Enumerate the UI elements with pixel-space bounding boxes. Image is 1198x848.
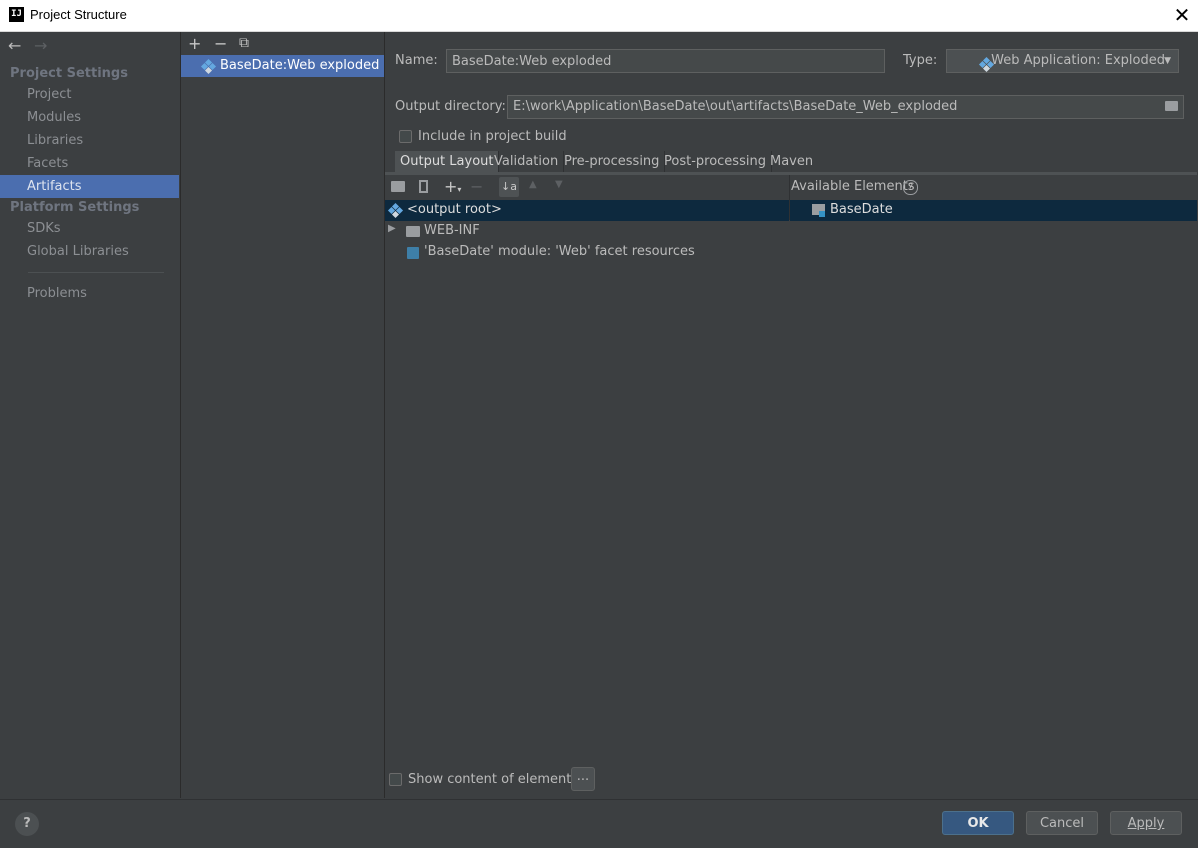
sidebar-item-modules[interactable]: Modules bbox=[0, 106, 179, 129]
add-copy-of-icon[interactable]: +▾ bbox=[444, 177, 461, 196]
sidebar-item-libraries[interactable]: Libraries bbox=[0, 129, 179, 152]
sidebar-item-problems[interactable]: Problems bbox=[0, 282, 179, 305]
web-artifact-icon bbox=[200, 58, 217, 74]
project-settings-header: Project Settings bbox=[10, 66, 128, 81]
move-up-icon[interactable]: ▲ bbox=[529, 179, 537, 190]
remove-icon[interactable]: − bbox=[214, 34, 227, 53]
intellij-app-icon: IJ bbox=[9, 7, 24, 22]
add-icon[interactable]: + bbox=[188, 34, 201, 53]
forward-arrow-icon[interactable]: → bbox=[34, 36, 47, 55]
facet-resources-icon bbox=[407, 247, 419, 259]
back-arrow-icon[interactable]: ← bbox=[8, 36, 21, 55]
sort-elements-icon[interactable]: ↓a bbox=[499, 177, 519, 197]
sidebar-item-facets[interactable]: Facets bbox=[0, 152, 179, 175]
web-artifact-icon bbox=[978, 56, 995, 72]
type-label: Type: bbox=[903, 53, 938, 68]
dialog-footer bbox=[0, 799, 1198, 848]
more-options-button[interactable]: ... bbox=[571, 767, 595, 791]
tree-row-label: 'BaseDate' module: 'Web' facet resources bbox=[424, 244, 695, 259]
create-directory-icon[interactable] bbox=[391, 181, 405, 192]
available-row-label: BaseDate bbox=[830, 202, 893, 217]
show-content-checkbox[interactable] bbox=[389, 773, 402, 786]
web-artifact-icon bbox=[387, 202, 404, 218]
artifact-list-panel bbox=[181, 32, 385, 798]
tree-row-label: <output root> bbox=[407, 202, 502, 217]
window-title: Project Structure bbox=[30, 7, 127, 22]
close-window-icon[interactable]: ✕ bbox=[1172, 3, 1192, 27]
folder-icon bbox=[406, 226, 420, 237]
folder-browse-icon[interactable] bbox=[1165, 101, 1178, 111]
ok-button[interactable]: OK bbox=[942, 811, 1014, 835]
sidebar-item-global-libraries[interactable]: Global Libraries bbox=[0, 240, 179, 263]
output-directory-value: E:\work\Application\BaseDate\out\artifac… bbox=[513, 99, 958, 114]
help-button[interactable]: ? bbox=[15, 812, 39, 836]
available-row-basedate[interactable]: BaseDate bbox=[790, 200, 1197, 221]
copy-icon[interactable]: ⧉ bbox=[239, 35, 249, 51]
tree-row-label: WEB-INF bbox=[424, 223, 480, 238]
sidebar-item-artifacts[interactable]: Artifacts bbox=[0, 175, 179, 198]
platform-settings-header: Platform Settings bbox=[10, 200, 140, 215]
cancel-button[interactable]: Cancel bbox=[1026, 811, 1098, 835]
tab-validation[interactable]: Validation bbox=[489, 151, 565, 172]
tab-pre-processing[interactable]: Pre-processing bbox=[559, 151, 666, 172]
help-circle-icon[interactable]: ? bbox=[903, 180, 918, 195]
type-dropdown[interactable]: Web Application: Exploded ▼ bbox=[946, 49, 1179, 73]
chevron-down-icon: ▼ bbox=[1164, 56, 1171, 66]
sidebar-divider bbox=[28, 272, 164, 273]
sidebar-item-sdks[interactable]: SDKs bbox=[0, 217, 179, 240]
tab-maven[interactable]: Maven bbox=[765, 151, 818, 172]
expand-arrow-icon[interactable]: ▶ bbox=[388, 223, 396, 234]
create-archive-icon[interactable] bbox=[419, 180, 428, 193]
sidebar-item-project[interactable]: Project bbox=[0, 83, 179, 106]
include-in-build-checkbox[interactable] bbox=[399, 130, 412, 143]
remove-element-icon[interactable]: − bbox=[470, 177, 483, 196]
artifact-name-label: BaseDate:Web exploded bbox=[220, 58, 380, 73]
module-badge-icon bbox=[819, 211, 825, 217]
output-directory-input[interactable]: E:\work\Application\BaseDate\out\artifac… bbox=[507, 95, 1184, 119]
name-input[interactable] bbox=[446, 49, 885, 73]
show-content-label: Show content of elements bbox=[408, 772, 579, 787]
tree-row-output-root[interactable]: <output root> bbox=[385, 200, 789, 221]
include-in-build-label: Include in project build bbox=[418, 129, 567, 144]
name-label: Name: bbox=[395, 53, 438, 68]
tab-output-layout[interactable]: Output Layout bbox=[395, 151, 500, 172]
output-directory-label: Output directory: bbox=[395, 99, 506, 114]
tree-row-facet-resources[interactable]: 'BaseDate' module: 'Web' facet resources bbox=[385, 242, 789, 263]
tree-row-web-inf[interactable]: ▶ WEB-INF bbox=[385, 221, 789, 242]
move-down-icon[interactable]: ▼ bbox=[555, 179, 563, 190]
title-bar: IJ Project Structure ✕ bbox=[0, 0, 1198, 32]
available-elements-label: Available Elements bbox=[791, 179, 915, 194]
apply-button[interactable]: Apply bbox=[1110, 811, 1182, 835]
type-dropdown-value: Web Application: Exploded bbox=[991, 53, 1165, 68]
tab-post-processing[interactable]: Post-processing bbox=[659, 151, 772, 172]
artifact-list-item[interactable]: BaseDate:Web exploded bbox=[181, 55, 384, 77]
